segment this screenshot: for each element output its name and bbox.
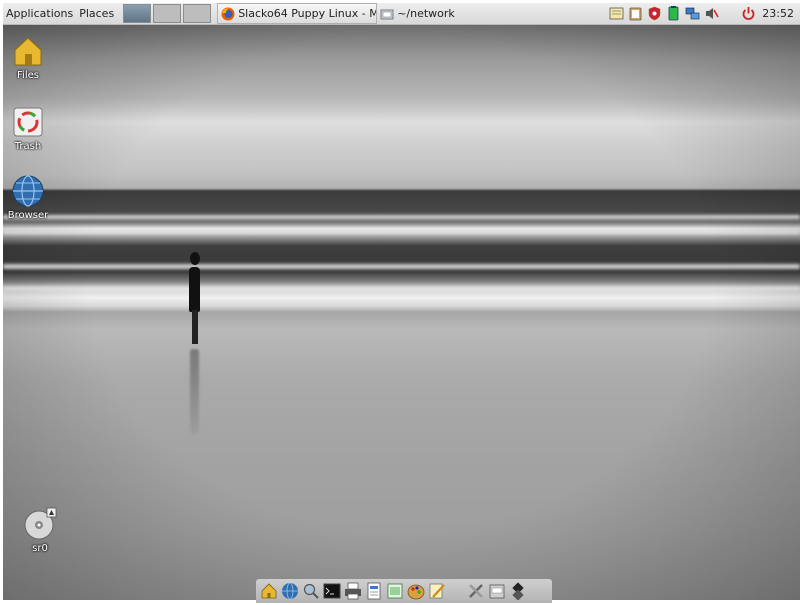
- clipboard-icon[interactable]: [628, 6, 643, 21]
- firefox-icon: [221, 7, 235, 20]
- workspace-2[interactable]: [153, 4, 182, 23]
- menu-applications[interactable]: Applications: [3, 3, 76, 24]
- network-icon[interactable]: [685, 6, 700, 21]
- globe-icon: [11, 174, 45, 208]
- desktop-wallpaper: [3, 24, 800, 600]
- printer-icon[interactable]: [344, 582, 362, 600]
- taskbar-item-label: ~/network: [397, 7, 455, 20]
- notepad-icon[interactable]: [609, 6, 624, 21]
- globe-icon[interactable]: [281, 582, 299, 600]
- battery-icon[interactable]: [666, 6, 681, 21]
- launcher-dock: [256, 579, 552, 603]
- desktop-icon-label: Trash: [14, 141, 42, 152]
- desktop-icon-label: Browser: [7, 210, 49, 221]
- desktop-icon-label: sr0: [32, 543, 48, 554]
- system-tray: 23:52: [607, 3, 800, 24]
- taskbar-item-browser[interactable]: Slacko64 Puppy Linux - Mo:: [217, 3, 378, 24]
- panel-clock[interactable]: 23:52: [762, 7, 794, 20]
- optical-drive-icon: [23, 507, 57, 541]
- folder-icon: [380, 9, 394, 19]
- workspace-3[interactable]: [183, 4, 212, 23]
- tools-icon[interactable]: [467, 582, 485, 600]
- menu-places[interactable]: Places: [76, 3, 117, 24]
- paint-icon[interactable]: [407, 582, 425, 600]
- desktop-icon-browser[interactable]: Browser: [2, 174, 54, 221]
- edit-icon[interactable]: [428, 582, 446, 600]
- home-folder-icon: [11, 34, 45, 68]
- workspace-1[interactable]: [123, 4, 152, 23]
- home-icon[interactable]: [260, 582, 278, 600]
- trash-icon: [11, 105, 45, 139]
- terminal-icon[interactable]: [323, 582, 341, 600]
- taskbar-item-label: Slacko64 Puppy Linux - Mo:: [238, 7, 378, 20]
- top-panel: Applications Places Slacko64 Puppy Linux…: [3, 3, 800, 25]
- shield-icon[interactable]: [647, 6, 662, 21]
- person-reflection: [190, 349, 199, 434]
- person-figure: [190, 252, 200, 265]
- taskbar-item-network[interactable]: ~/network: [377, 4, 458, 23]
- volume-muted-icon[interactable]: [704, 6, 719, 21]
- desktop-icon-sr0[interactable]: sr0: [14, 507, 66, 554]
- power-icon[interactable]: [741, 6, 756, 21]
- desktop-icon-trash[interactable]: Trash: [2, 105, 54, 152]
- desktop-icon-label: Files: [17, 70, 39, 81]
- document-icon[interactable]: [365, 582, 383, 600]
- chess-icon[interactable]: [509, 582, 527, 600]
- package-icon[interactable]: [488, 582, 506, 600]
- search-icon[interactable]: [302, 582, 320, 600]
- spreadsheet-icon[interactable]: [386, 582, 404, 600]
- desktop-icon-files[interactable]: Files: [2, 34, 54, 81]
